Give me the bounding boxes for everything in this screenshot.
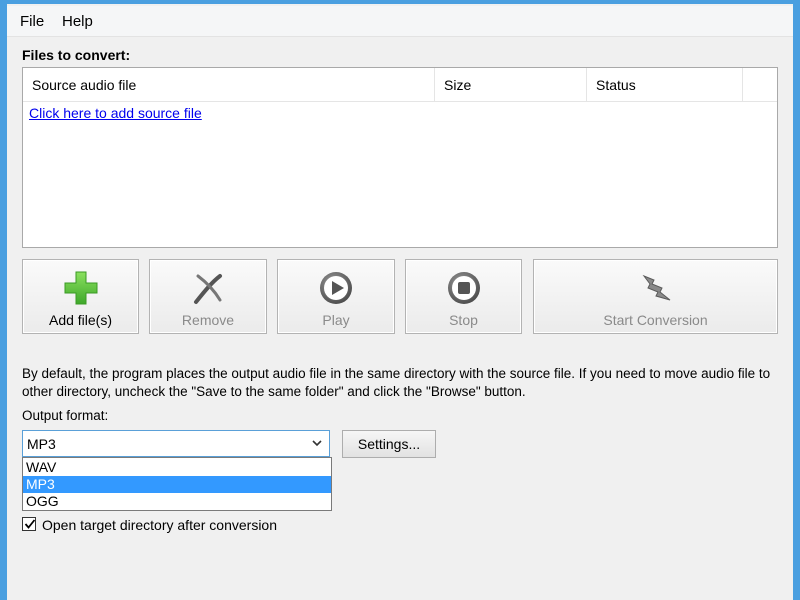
stop-button[interactable]: Stop [405,259,522,334]
format-option-ogg[interactable]: OGG [23,493,331,510]
convert-icon [642,274,670,301]
format-option-mp3[interactable]: MP3 [23,476,331,493]
add-files-button[interactable]: Add file(s) [22,259,139,334]
remove-label: Remove [181,312,235,328]
stop-icon [447,272,480,304]
play-icon [320,272,352,304]
file-list[interactable]: Source audio file Size Status Click here… [22,67,778,248]
start-conversion-label: Start Conversion [603,312,708,328]
open-target-checkbox[interactable] [22,517,36,531]
menu-bar: File Help [7,6,793,37]
column-status[interactable]: Status [587,68,743,101]
plus-icon [64,271,97,305]
settings-button[interactable]: Settings... [342,430,436,458]
output-format-dropdown: WAV MP3 OGG [22,457,332,511]
play-button[interactable]: Play [277,259,395,334]
checkmark-icon [24,519,36,529]
start-conversion-button[interactable]: Start Conversion [533,259,778,334]
info-text: By default, the program places the outpu… [22,366,771,399]
open-target-label[interactable]: Open target directory after conversion [42,517,277,533]
play-label: Play [322,312,350,328]
stop-label: Stop [449,312,478,328]
files-to-convert-label: Files to convert: [22,47,131,63]
format-option-wav[interactable]: WAV [23,459,331,476]
column-source-audio-file[interactable]: Source audio file [23,68,435,101]
column-size[interactable]: Size [435,68,587,101]
window-frame-right [793,0,800,600]
output-format-value: MP3 [27,436,56,452]
chevron-down-icon [312,440,322,447]
menu-help[interactable]: Help [62,13,93,30]
window-frame-left [0,0,7,600]
output-format-select[interactable]: MP3 [22,430,330,457]
remove-button[interactable]: Remove [149,259,267,334]
remove-icon [194,274,222,304]
add-files-label: Add file(s) [48,312,113,328]
file-list-header: Source audio file Size Status [23,68,777,102]
output-format-label: Output format: [22,408,109,423]
menu-file[interactable]: File [20,13,44,30]
window-frame-top [0,0,800,4]
add-source-file-link[interactable]: Click here to add source file [29,105,202,121]
